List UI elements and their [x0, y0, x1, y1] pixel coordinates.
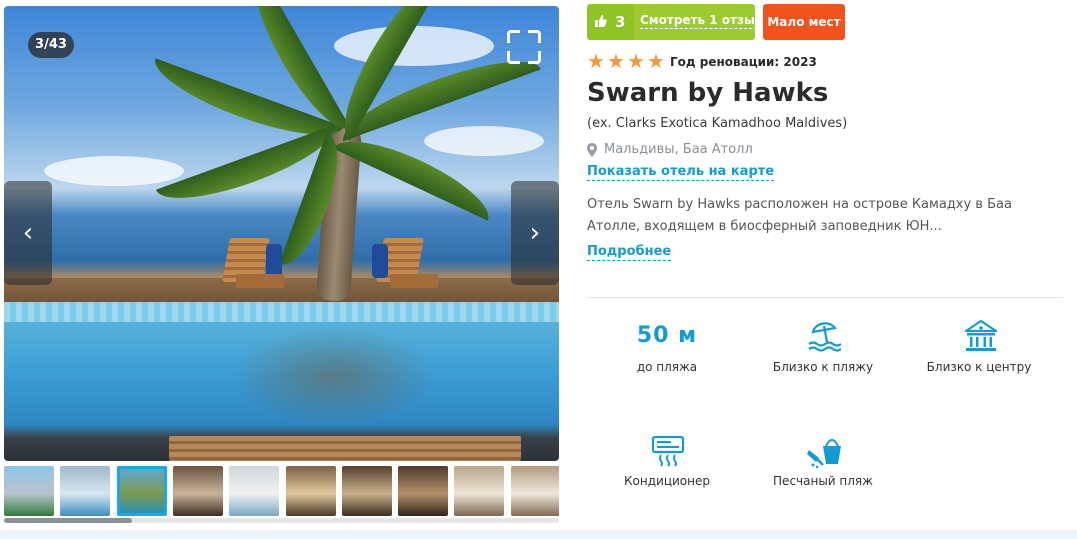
location-text: Мальдивы, Баа Атолл [604, 142, 753, 157]
few-places-badge: Мало мест [763, 4, 845, 40]
read-more-link[interactable]: Подробнее [587, 244, 672, 261]
gallery-thumbnail[interactable] [229, 466, 280, 516]
star-icon: ★ [607, 49, 625, 73]
chevron-right-icon: › [529, 218, 541, 248]
thumbnail-strip[interactable] [4, 466, 559, 518]
palm-reflection [229, 326, 439, 426]
cloud [424, 126, 544, 156]
sun-lounger-left [222, 238, 284, 296]
fullscreen-icon[interactable] [507, 30, 541, 64]
gallery-thumbnail[interactable] [510, 466, 559, 516]
gallery-thumbnail[interactable] [341, 466, 392, 516]
thumbs-up-icon [595, 15, 607, 27]
chevron-left-icon: ‹ [22, 218, 34, 248]
cloud [44, 156, 184, 186]
distance-value: 50 м [636, 323, 698, 348]
feature-sandy-beach: Песчаный пляж [743, 432, 903, 488]
gallery-thumbnail[interactable] [398, 466, 449, 516]
gallery-thumbnail[interactable] [172, 466, 223, 516]
feature-label: Близко к центру [926, 360, 1032, 374]
thumbnail-scrollbar[interactable] [4, 518, 559, 523]
feature-distance-to-beach: 50 м до пляжа [587, 318, 747, 374]
hotel-former-name: (ex. Clarks Exotica Kamadhoo Maldives) [587, 116, 848, 131]
hotel-description: Отель Swarn by Hawks расположен на остро… [587, 197, 1012, 234]
hotel-card: 3/43 ‹ › 3 Смотреть 1 отзыв Мало мест ★ … [0, 0, 1077, 530]
hotel-name: Swarn by Hawks [587, 78, 829, 108]
gallery-thumbnail[interactable] [116, 466, 167, 516]
feature-label: Песчаный пляж [773, 474, 873, 488]
feature-near-beach: Близко к пляжу [743, 318, 903, 374]
previous-photo-button[interactable]: ‹ [4, 181, 52, 285]
photo-counter: 3/43 [28, 32, 74, 58]
gallery-thumbnail[interactable] [454, 466, 505, 516]
next-photo-button[interactable]: › [511, 181, 559, 285]
beach-umbrella-icon [808, 322, 841, 352]
star-icon: ★ [587, 49, 605, 73]
air-conditioner-icon [651, 435, 685, 467]
photo-gallery[interactable]: 3/43 [4, 6, 559, 461]
building-center-icon [964, 319, 998, 351]
sun-lounger-right [372, 238, 438, 296]
star-icon: ★ [627, 49, 645, 73]
cloud [334, 26, 494, 66]
feature-label: Кондиционер [624, 474, 710, 488]
show-on-map-link[interactable]: Показать отель на карте [587, 164, 775, 181]
hotel-info-panel: 3 Смотреть 1 отзыв Мало мест ★ ★ ★ ★ Год ре… [575, 0, 1077, 530]
feature-label: до пляжа [636, 360, 698, 374]
likes-badge[interactable]: 3 [587, 4, 634, 40]
feature-air-conditioner: Кондиционер [587, 432, 747, 488]
gallery-thumbnail[interactable] [60, 466, 111, 516]
feature-near-center: Близко к центру [899, 318, 1059, 374]
scrollbar-thumb[interactable] [4, 518, 132, 523]
divider [587, 297, 1063, 298]
likes-count: 3 [615, 13, 626, 31]
view-reviews-link[interactable]: Смотреть 1 отзыв [634, 4, 763, 40]
renovation-year: Год реновации: 2023 [670, 55, 817, 69]
feature-label: Близко к пляжу [772, 360, 874, 374]
gallery-thumbnail[interactable] [285, 466, 336, 516]
map-pin-icon [587, 143, 597, 157]
page-background-strip [0, 530, 1077, 539]
sand-bucket-icon [807, 439, 841, 468]
reviews-link-label: Смотреть 1 отзыв [640, 13, 763, 29]
wooden-bench [169, 436, 521, 461]
gallery-thumbnail[interactable] [4, 466, 54, 516]
star-icon: ★ [647, 49, 665, 73]
pool-edge [4, 302, 559, 322]
